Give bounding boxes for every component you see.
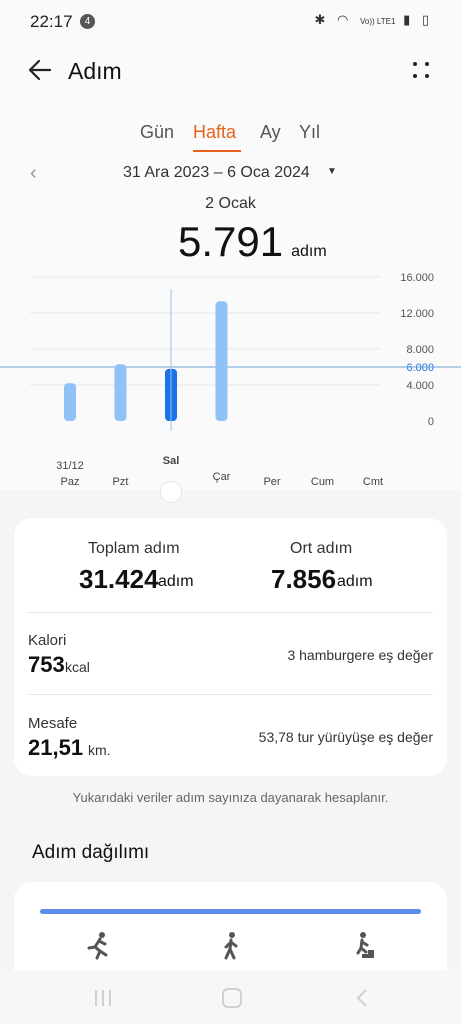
y-tick-label: 8.000 (406, 344, 434, 356)
total-steps-label: Toplam adım (88, 540, 180, 557)
network-label: Vo)) LTE1 (360, 17, 396, 26)
x-tick-label: Paz (61, 476, 80, 488)
distribution-bar (40, 909, 421, 914)
recent-apps-icon[interactable] (92, 988, 114, 1008)
x-date-label: 31/12 (56, 460, 84, 472)
running-icon (87, 932, 108, 960)
avg-steps-label: Ort adım (290, 540, 353, 557)
x-tick-label: Per (263, 476, 280, 488)
chart-bar (215, 301, 228, 421)
summary-card: Toplam adım 31.424 adım Ort adım 7.856 a… (14, 518, 447, 776)
y-tick-label: 12.000 (400, 308, 434, 320)
selected-steps: 5.791 adım (178, 218, 327, 266)
system-nav-bar (0, 970, 461, 1024)
chart-bar (64, 383, 76, 421)
status-bar: 22:17 4 ✱ ◠ Vo)) LTE1 ▮ ▯ (0, 0, 461, 44)
notification-count-badge: 4 (80, 14, 95, 29)
x-tick-label: Cmt (363, 476, 383, 488)
wifi-icon: ◠ (337, 12, 353, 27)
previous-range-chevron-icon[interactable]: ‹ (30, 162, 37, 185)
y-tick-label: 0 (428, 416, 434, 428)
x-tick-label: Çar (213, 471, 231, 483)
calorie-unit: kcal (65, 659, 90, 675)
divider (28, 694, 433, 695)
tab-week[interactable]: Hafta (193, 122, 236, 143)
distance-equivalent: 53,78 tur yürüyüşe eş değer (258, 729, 433, 745)
tab-year[interactable]: Yıl (299, 122, 320, 143)
selected-steps-unit: adım (291, 243, 327, 260)
more-options-icon[interactable] (411, 60, 431, 80)
tab-day[interactable]: Gün (140, 122, 174, 143)
battery-icon: ▯ (421, 12, 433, 27)
calorie-equivalent: 3 hamburgere eş değer (287, 647, 433, 663)
signal-icon: ▮ (403, 12, 415, 27)
date-range-label[interactable]: 31 Ara 2023 – 6 Oca 2024 (123, 164, 310, 182)
stairs-climbing-icon (354, 932, 374, 958)
chart-drag-handle[interactable] (160, 481, 182, 503)
y-tick-label: 16.000 (400, 272, 434, 284)
selected-date: 2 Ocak (205, 195, 256, 212)
x-tick-label: Sal (163, 455, 180, 467)
goal-tick-label: 6.000 (406, 362, 434, 374)
distance-label: Mesafe (28, 715, 78, 732)
total-steps-unit: adım (158, 573, 194, 590)
weekly-steps-chart[interactable]: 16.000 12.000 8.000 6.000 4.000 0 Paz 31/12 Pzt S… (0, 265, 461, 495)
x-tick-label: Pzt (113, 476, 129, 488)
status-time: 22:17 (30, 12, 73, 31)
avg-steps-unit: adım (337, 573, 373, 590)
distance-unit: km. (88, 742, 111, 758)
distance-value: 21,51 (28, 735, 84, 760)
walking-icon (224, 932, 238, 960)
home-icon[interactable] (221, 988, 243, 1008)
calorie-value: 753 (28, 652, 65, 677)
chart-bar (114, 364, 127, 421)
range-dropdown-icon[interactable]: ▼ (327, 166, 337, 177)
avg-steps-value: 7.856 (271, 564, 337, 594)
bluetooth-icon: ✱ (314, 12, 330, 27)
data-footnote: Yukarıdaki veriler adım sayınıza dayanar… (72, 790, 389, 805)
period-tabs: Gün Hafta Ay Yıl (0, 122, 461, 154)
y-tick-label: 4.000 (406, 380, 434, 392)
page-title: Adım (68, 58, 122, 84)
divider (28, 612, 433, 613)
calorie-label: Kalori (28, 632, 67, 649)
back-nav-icon[interactable] (352, 988, 374, 1008)
date-range-selector: ‹ 31 Ara 2023 – 6 Oca 2024 ▼ (0, 162, 461, 186)
active-tab-indicator (193, 150, 241, 152)
back-arrow-icon[interactable] (26, 56, 54, 84)
status-icons: ✱ ◠ Vo)) LTE1 ▮ ▯ (315, 12, 433, 28)
selected-steps-value: 5.791 (178, 218, 284, 265)
distribution-title: Adım dağılımı (32, 842, 150, 863)
tab-month[interactable]: Ay (260, 122, 281, 143)
x-tick-label: Cum (311, 476, 334, 488)
app-bar: Adım (0, 50, 461, 94)
total-steps-value: 31.424 (79, 564, 159, 594)
